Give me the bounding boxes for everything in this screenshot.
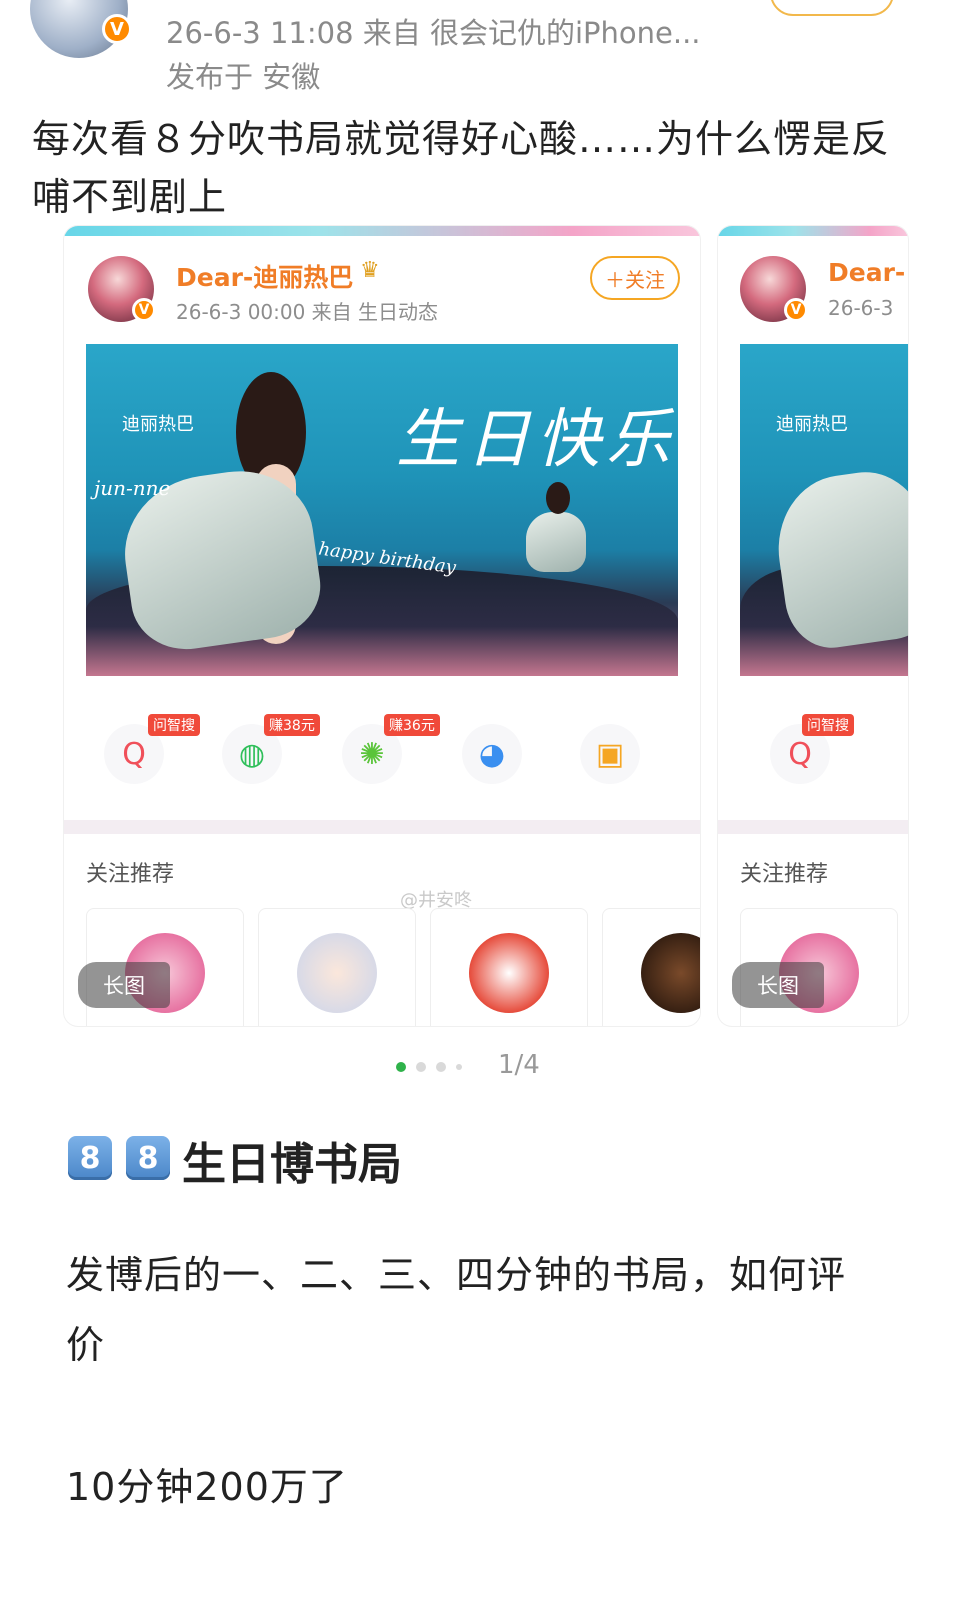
embedded-author-name-truncated[interactable]: Dear- <box>828 258 905 287</box>
share-tag-1: 赚38元 <box>264 714 320 736</box>
recommend-avatar <box>641 933 700 1013</box>
article-paragraph-1: 发博后的一、二、三、四分钟的书局，如何评价 <box>66 1253 847 1367</box>
card-top-strip <box>718 226 908 236</box>
keycap-8-icon: 8 <box>126 1136 170 1180</box>
post-meta-time-source: 26-6-3 11:08 来自 很会记仇的iPhone... <box>166 16 701 50</box>
pager-dot <box>416 1062 426 1072</box>
birthday-poster-image[interactable]: 迪丽热巴 <box>740 344 908 676</box>
post-location: 发布于 安徽 <box>166 60 321 94</box>
long-image-badge: 长图 <box>78 962 170 1008</box>
embedded-verified-badge: V <box>784 298 808 322</box>
pager-dot <box>436 1062 446 1072</box>
share-row: Q 问智搜 ◍ 赚38元 ✺ 赚36元 ◕ ▣ <box>104 714 684 794</box>
image-pager[interactable]: 1/4 <box>392 1050 542 1088</box>
share-tag-2: 赚36元 <box>384 714 440 736</box>
poster-brand: 迪丽热巴 <box>776 414 848 435</box>
share-tag-0: 问智搜 <box>802 714 854 736</box>
pager-dot <box>456 1064 462 1070</box>
pager-dot-active <box>396 1062 406 1072</box>
card-top-strip <box>64 226 700 236</box>
section-separator <box>718 820 908 834</box>
recommend-card[interactable] <box>430 908 588 1026</box>
poster-script-left: jun-nne <box>94 476 171 500</box>
follow-button-top[interactable] <box>770 0 894 16</box>
recommend-title: 关注推荐 <box>86 862 175 887</box>
article-paragraph-2: 10分钟200万了 <box>66 1465 348 1509</box>
recommend-avatar <box>297 933 377 1013</box>
poster-title: 生日快乐 <box>396 403 676 477</box>
qq-icon[interactable]: ◕ <box>462 724 522 784</box>
embedded-follow-button[interactable]: ＋关注 <box>590 256 680 300</box>
save-image-icon[interactable]: ▣ <box>580 724 640 784</box>
embedded-author-name[interactable]: Dear-迪丽热巴 <box>176 258 353 294</box>
poster-small-figure-dress <box>526 512 586 572</box>
poster-small-figure-hair <box>546 482 570 514</box>
long-image-badge: 长图 <box>732 962 824 1008</box>
embedded-post-card-next[interactable]: V Dear- 26-6-3 迪丽热巴 Q 问智搜 关注推荐 长图 <box>718 226 908 1026</box>
embedded-post-meta-truncated: 26-6-3 <box>828 296 894 320</box>
verified-badge: V <box>102 14 132 44</box>
article-title: 生日博书局 <box>182 1139 402 1190</box>
share-tag-0: 问智搜 <box>148 714 200 736</box>
crown-icon: ♛ <box>360 258 380 283</box>
embedded-post-card[interactable]: V Dear-迪丽热巴 ♛ 26-6-3 00:00 来自 生日动态 ＋关注 生… <box>64 226 700 1026</box>
birthday-poster-image[interactable]: 生日快乐 迪丽热巴 jun-nne happy birthday <box>86 344 678 676</box>
keycap-8-icon: 8 <box>68 1136 112 1180</box>
recommend-title: 关注推荐 <box>740 862 829 887</box>
poster-brand: 迪丽热巴 <box>122 414 194 435</box>
post-text: 每次看８分吹书局就觉得好心酸……为什么愣是反哺不到剧上 <box>32 117 891 219</box>
embedded-verified-badge: V <box>132 298 156 322</box>
recommend-avatar <box>469 933 549 1013</box>
embedded-post-meta: 26-6-3 00:00 来自 生日动态 <box>176 300 439 324</box>
recommend-card[interactable] <box>602 908 700 1026</box>
pager-label: 1/4 <box>498 1050 540 1080</box>
section-separator <box>64 820 700 834</box>
recommend-card[interactable] <box>258 908 416 1026</box>
